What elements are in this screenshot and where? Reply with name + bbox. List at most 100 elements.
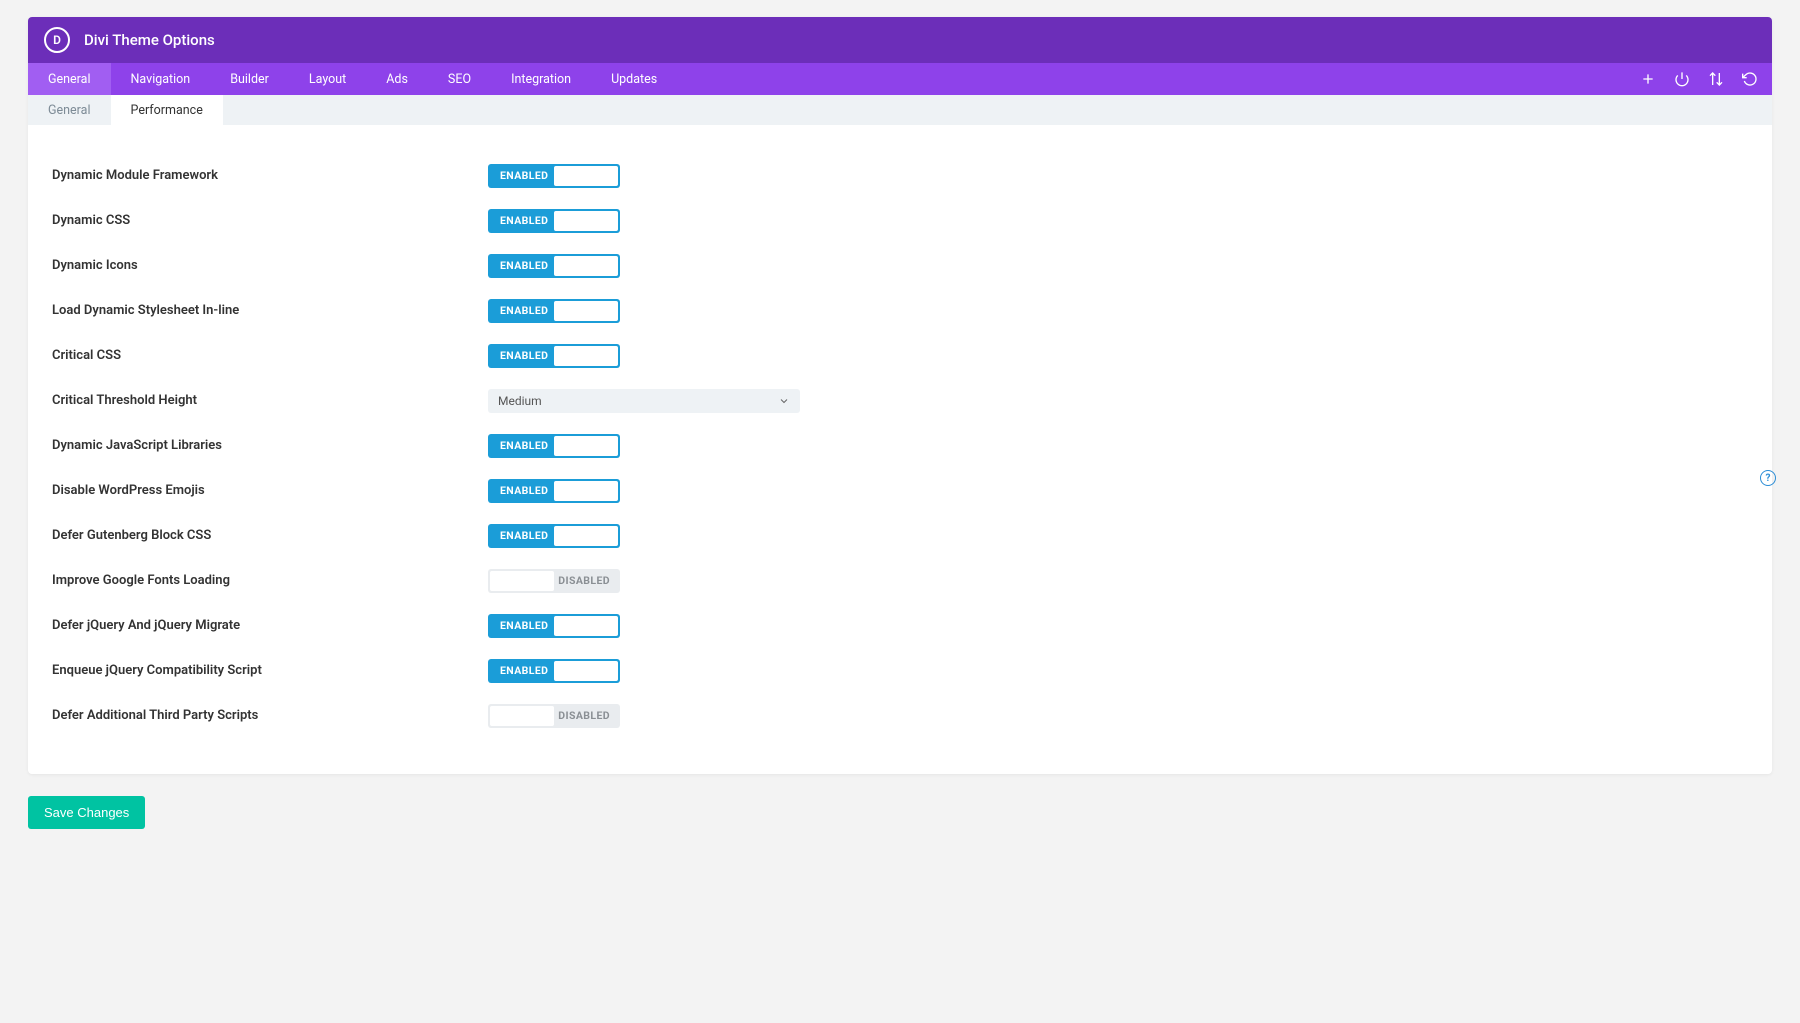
plus-icon[interactable] bbox=[1640, 71, 1656, 87]
toggle-disabled[interactable]: DISABLED bbox=[488, 704, 620, 728]
toggle-label: ENABLED bbox=[500, 169, 548, 182]
toggle-label: DISABLED bbox=[558, 709, 610, 722]
nav-item-navigation[interactable]: Navigation bbox=[111, 63, 211, 95]
setting-row: Defer jQuery And jQuery Migrate ENABLED bbox=[52, 603, 1748, 648]
toggle-knob bbox=[554, 256, 618, 276]
toggle-label: ENABLED bbox=[500, 304, 548, 317]
toggle-knob bbox=[490, 571, 554, 591]
help-icon[interactable]: ? bbox=[1760, 470, 1776, 486]
power-icon[interactable] bbox=[1674, 71, 1690, 87]
setting-control: DISABLED bbox=[488, 704, 620, 728]
toggle-enabled[interactable]: ENABLED bbox=[488, 434, 620, 458]
toggle-label: ENABLED bbox=[500, 259, 548, 272]
toggle-knob bbox=[554, 301, 618, 321]
toggle-label: ENABLED bbox=[500, 529, 548, 542]
setting-label: Defer Gutenberg Block CSS bbox=[52, 528, 488, 543]
save-button[interactable]: Save Changes bbox=[28, 796, 145, 829]
sub-nav: GeneralPerformance bbox=[28, 95, 1772, 125]
setting-label: Critical CSS bbox=[52, 348, 488, 363]
setting-control: ENABLED bbox=[488, 299, 620, 323]
toggle-enabled[interactable]: ENABLED bbox=[488, 299, 620, 323]
setting-label: Enqueue jQuery Compatibility Script bbox=[52, 663, 488, 678]
toggle-knob bbox=[554, 436, 618, 456]
setting-control: ENABLED bbox=[488, 524, 620, 548]
setting-label: Critical Threshold Height bbox=[52, 393, 488, 408]
toggle-label: ENABLED bbox=[500, 664, 548, 677]
toggle-knob bbox=[554, 616, 618, 636]
toggle-disabled[interactable]: DISABLED bbox=[488, 569, 620, 593]
setting-row: Critical Threshold Height Medium bbox=[52, 378, 1748, 423]
setting-label: Dynamic JavaScript Libraries bbox=[52, 438, 488, 453]
nav-item-builder[interactable]: Builder bbox=[210, 63, 289, 95]
setting-row: Defer Additional Third Party Scripts DISA… bbox=[52, 693, 1748, 738]
panel-header: D Divi Theme Options bbox=[28, 17, 1772, 63]
page-title: Divi Theme Options bbox=[84, 31, 215, 49]
threshold-select[interactable]: Medium bbox=[488, 389, 800, 413]
primary-nav: GeneralNavigationBuilderLayoutAdsSEOInte… bbox=[28, 63, 1772, 95]
toggle-enabled[interactable]: ENABLED bbox=[488, 344, 620, 368]
setting-control: ENABLED bbox=[488, 434, 620, 458]
nav-item-layout[interactable]: Layout bbox=[289, 63, 366, 95]
setting-row: Improve Google Fonts Loading DISABLED bbox=[52, 558, 1748, 603]
toggle-knob bbox=[554, 346, 618, 366]
toggle-knob bbox=[554, 526, 618, 546]
setting-row: Enqueue jQuery Compatibility Script ENABL… bbox=[52, 648, 1748, 693]
setting-label: Dynamic Icons bbox=[52, 258, 488, 273]
toggle-enabled[interactable]: ENABLED bbox=[488, 659, 620, 683]
toggle-knob bbox=[490, 706, 554, 726]
toggle-knob bbox=[554, 481, 618, 501]
toggle-enabled[interactable]: ENABLED bbox=[488, 614, 620, 638]
setting-label: Disable WordPress Emojis bbox=[52, 483, 488, 498]
setting-row: Critical CSSENABLED bbox=[52, 333, 1748, 378]
setting-row: Dynamic Module Framework ENABLED bbox=[52, 153, 1748, 198]
up-down-icon[interactable] bbox=[1708, 71, 1724, 87]
setting-control: ENABLED bbox=[488, 479, 620, 503]
toggle-label: ENABLED bbox=[500, 619, 548, 632]
setting-row: Disable WordPress Emojis ENABLED bbox=[52, 468, 1748, 513]
select-value: Medium bbox=[498, 394, 542, 408]
setting-label: Dynamic CSS bbox=[52, 213, 488, 228]
nav-item-seo[interactable]: SEO bbox=[428, 63, 491, 95]
logo-letter: D bbox=[53, 33, 61, 47]
toggle-label: DISABLED bbox=[558, 574, 610, 587]
subnav-item-general[interactable]: General bbox=[28, 95, 111, 125]
setting-label: Load Dynamic Stylesheet In-line bbox=[52, 303, 488, 318]
setting-control: ENABLED bbox=[488, 164, 620, 188]
logo-icon: D bbox=[44, 27, 70, 53]
nav-item-updates[interactable]: Updates bbox=[591, 63, 677, 95]
nav-item-ads[interactable]: Ads bbox=[366, 63, 428, 95]
setting-row: Dynamic JavaScript LibrariesENABLED bbox=[52, 423, 1748, 468]
nav-item-integration[interactable]: Integration bbox=[491, 63, 591, 95]
setting-label: Improve Google Fonts Loading bbox=[52, 573, 488, 588]
toggle-label: ENABLED bbox=[500, 214, 548, 227]
setting-label: Defer Additional Third Party Scripts bbox=[52, 708, 488, 723]
setting-row: Dynamic Icons ENABLED bbox=[52, 243, 1748, 288]
setting-control: Medium bbox=[488, 389, 800, 413]
setting-row: Dynamic CSS ENABLED bbox=[52, 198, 1748, 243]
setting-row: Load Dynamic Stylesheet In-line ENABLED bbox=[52, 288, 1748, 333]
setting-control: ENABLED bbox=[488, 344, 620, 368]
subnav-item-performance[interactable]: Performance bbox=[111, 95, 223, 125]
nav-actions bbox=[1640, 63, 1772, 95]
nav-item-general[interactable]: General bbox=[28, 63, 111, 95]
toggle-label: ENABLED bbox=[500, 484, 548, 497]
setting-control: ENABLED bbox=[488, 254, 620, 278]
theme-options-panel: D Divi Theme Options GeneralNavigationBu… bbox=[28, 17, 1772, 774]
toggle-enabled[interactable]: ENABLED bbox=[488, 254, 620, 278]
chevron-down-icon bbox=[778, 395, 790, 407]
setting-control: DISABLED bbox=[488, 569, 620, 593]
toggle-enabled[interactable]: ENABLED bbox=[488, 164, 620, 188]
toggle-enabled[interactable]: ENABLED bbox=[488, 524, 620, 548]
toggle-knob bbox=[554, 166, 618, 186]
setting-label: Defer jQuery And jQuery Migrate bbox=[52, 618, 488, 633]
setting-control: ENABLED bbox=[488, 209, 620, 233]
toggle-knob bbox=[554, 661, 618, 681]
setting-row: Defer Gutenberg Block CSS ENABLED bbox=[52, 513, 1748, 558]
settings-content: Dynamic Module FrameworkENABLEDDynamic C… bbox=[28, 125, 1772, 774]
setting-label: Dynamic Module Framework bbox=[52, 168, 488, 183]
toggle-enabled[interactable]: ENABLED bbox=[488, 479, 620, 503]
reset-icon[interactable] bbox=[1742, 71, 1758, 87]
toggle-enabled[interactable]: ENABLED bbox=[488, 209, 620, 233]
toggle-knob bbox=[554, 211, 618, 231]
setting-control: ENABLED bbox=[488, 659, 620, 683]
